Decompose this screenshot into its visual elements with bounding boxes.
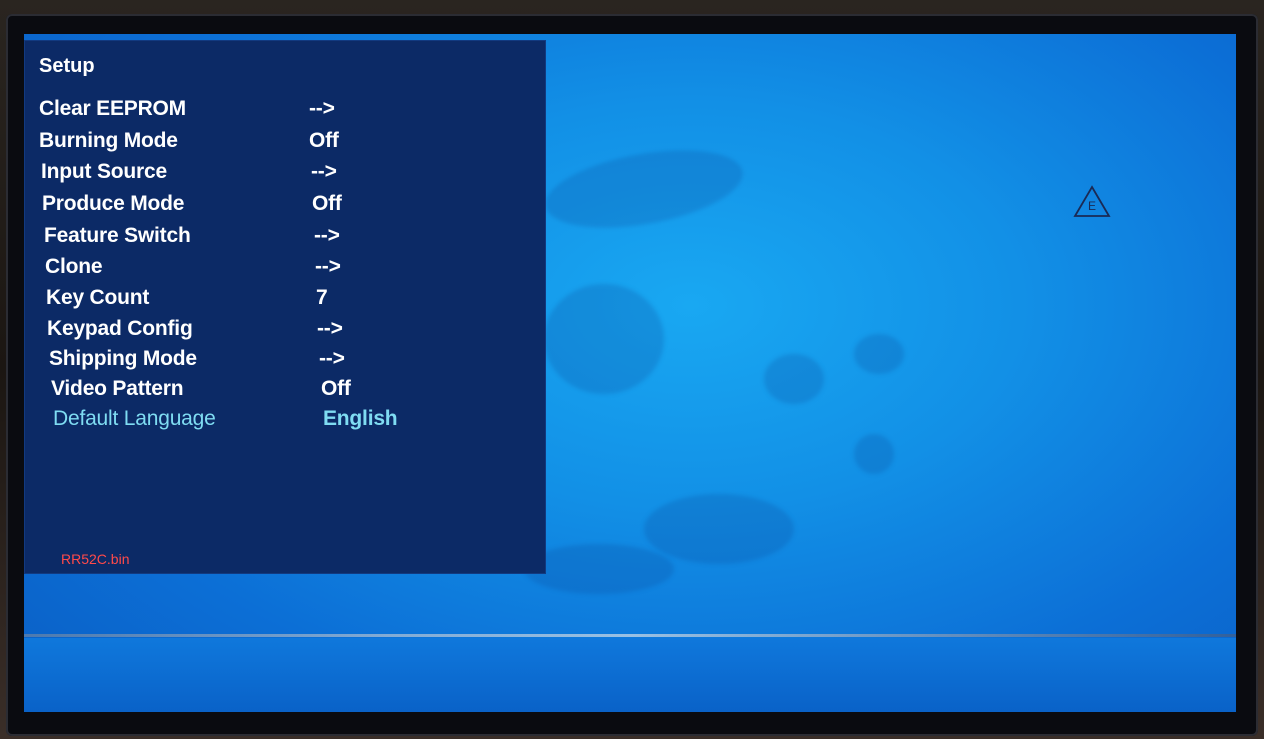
panel-blemish (854, 334, 904, 374)
menu-item-value: Off (312, 192, 342, 215)
menu-item-value: --> (311, 160, 337, 183)
menu-item-label: Shipping Mode (49, 347, 197, 370)
panel-blemish (764, 354, 824, 404)
menu-item-label: Key Count (46, 286, 150, 309)
menu-item-value: --> (315, 255, 341, 278)
menu-item-value: 7 (316, 286, 328, 309)
menu-item-value: Off (321, 377, 351, 400)
svg-text:E: E (1088, 199, 1096, 213)
screen: E Setup Clear EEPROM --> Burning Mode Of… (24, 34, 1236, 712)
setup-menu: Setup Clear EEPROM --> Burning Mode Off … (24, 40, 546, 574)
menu-item-input-source[interactable]: Input Source --> (41, 160, 521, 188)
panel-blemish (524, 544, 674, 594)
menu-item-clear-eeprom[interactable]: Clear EEPROM --> (39, 97, 519, 125)
menu-item-label: Video Pattern (51, 377, 184, 400)
menu-item-default-language[interactable]: Default Language English (53, 407, 533, 435)
photo: E Setup Clear EEPROM --> Burning Mode Of… (0, 0, 1264, 739)
menu-title: Setup (39, 55, 95, 77)
warning-triangle-icon: E (1073, 185, 1111, 217)
screen-lower-band (24, 638, 1236, 712)
menu-item-value: --> (317, 317, 343, 340)
menu-item-clone[interactable]: Clone --> (45, 255, 525, 283)
menu-item-label: Clear EEPROM (39, 97, 186, 120)
menu-item-value: --> (314, 224, 340, 247)
menu-item-key-count[interactable]: Key Count 7 (46, 286, 526, 314)
panel-blemish (544, 284, 664, 394)
firmware-filename: RR52C.bin (61, 551, 130, 567)
menu-item-label: Keypad Config (47, 317, 193, 340)
menu-item-value: Off (309, 129, 339, 152)
menu-item-label: Burning Mode (39, 129, 178, 152)
menu-item-value: --> (309, 97, 335, 120)
menu-item-produce-mode[interactable]: Produce Mode Off (42, 192, 522, 220)
menu-item-value: --> (319, 347, 345, 370)
menu-item-keypad-config[interactable]: Keypad Config --> (47, 317, 527, 345)
menu-item-feature-switch[interactable]: Feature Switch --> (44, 224, 524, 252)
panel-blemish (644, 494, 794, 564)
menu-item-burning-mode[interactable]: Burning Mode Off (39, 129, 519, 157)
menu-item-label: Input Source (41, 160, 167, 183)
menu-item-shipping-mode[interactable]: Shipping Mode --> (49, 347, 529, 375)
panel-blemish (854, 434, 894, 474)
menu-item-label: Clone (45, 255, 103, 278)
display-artifact-line (24, 634, 1236, 637)
menu-item-label: Feature Switch (44, 224, 191, 247)
menu-item-label: Default Language (53, 407, 216, 430)
menu-item-value: English (323, 407, 398, 430)
panel-blemish (539, 137, 749, 241)
menu-item-label: Produce Mode (42, 192, 185, 215)
menu-item-video-pattern[interactable]: Video Pattern Off (51, 377, 531, 405)
